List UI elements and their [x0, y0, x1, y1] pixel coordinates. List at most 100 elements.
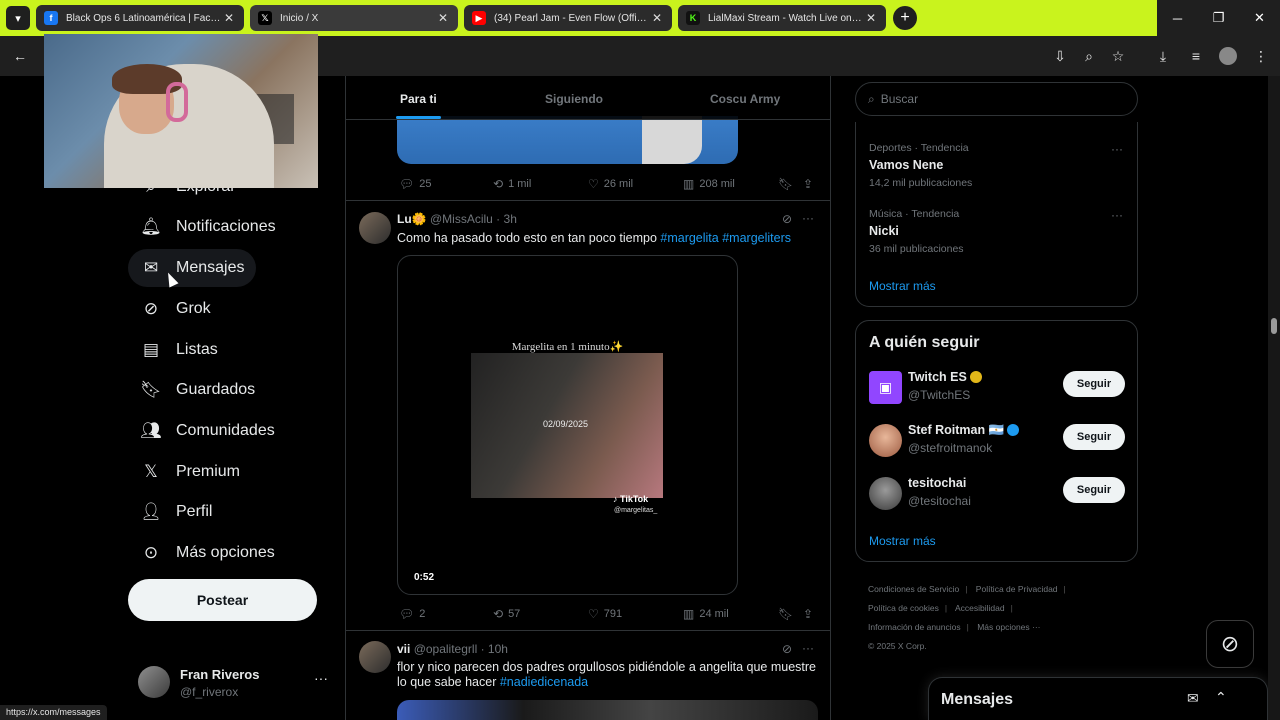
page-scrollbar[interactable] [1268, 76, 1280, 720]
profile-avatar-icon[interactable] [1216, 44, 1240, 68]
post-actions: 💬︎ 2 ⟲ 57 ♡ 791 ▥ 24 mil 🔖︎ ⇪ [397, 605, 817, 625]
footer-link[interactable]: Política de cookies [868, 603, 939, 613]
follow-button[interactable]: Seguir [1063, 477, 1125, 503]
nav-perfil[interactable]: 👤︎ Perfil [128, 493, 224, 531]
post-button[interactable]: Postear [128, 579, 317, 621]
like-button[interactable]: ♡ 26 mil [588, 177, 633, 191]
post-header: vii @opalitegrll · 10h [397, 642, 508, 656]
hashtags[interactable]: #margelita #margeliters [660, 231, 791, 245]
grok-icon[interactable]: ⊘ [782, 642, 792, 656]
avatar[interactable] [359, 212, 391, 244]
share-button[interactable]: ⇪ [803, 177, 818, 191]
more-options-icon[interactable]: ··· [1111, 142, 1123, 156]
restore-icon[interactable]: ❐ [1198, 0, 1239, 36]
search-input[interactable]: ⌕ Buscar [855, 82, 1138, 116]
tab-siguiendo[interactable]: Siguiendo [545, 92, 603, 106]
trend-item[interactable]: Deportes · Tendencia Vamos Nene 14,2 mil… [869, 142, 1129, 189]
nav-notificaciones[interactable]: 🔔︎ Notificaciones [128, 208, 288, 246]
show-more-trends-link[interactable]: Mostrar más [869, 279, 936, 293]
footer-link[interactable]: Condiciones de Servicio [868, 584, 959, 594]
suggestion-handle: @TwitchES [908, 388, 971, 402]
bookmark-button[interactable]: 🔖︎ [778, 177, 798, 191]
like-button[interactable]: ♡ 791 [588, 607, 622, 621]
scrollbar-thumb[interactable] [1271, 318, 1277, 334]
minimize-icon[interactable]: ─ [1157, 0, 1198, 36]
more-options-icon[interactable]: ··· [802, 641, 814, 655]
more-options-icon[interactable]: ··· [1111, 208, 1123, 222]
trend-item[interactable]: Música · Tendencia Nicki 36 mil publicac… [869, 208, 1129, 255]
video-player[interactable]: Margelita en 1 minuto✨ 02/09/2025 ♪ TikT… [397, 255, 738, 595]
nav-mas-opciones[interactable]: ⊙ Más opciones [128, 534, 287, 572]
grok-floating-button[interactable]: ⊘ [1206, 620, 1254, 668]
post-time[interactable]: 3h [504, 212, 517, 226]
browser-tab-x[interactable]: 𝕏 Inicio / X ✕ [250, 5, 458, 31]
download-icon[interactable]: ⤓ [1151, 44, 1175, 68]
media-control-icon[interactable]: ≡ [1184, 44, 1208, 68]
back-arrow-icon[interactable]: ← [8, 44, 32, 68]
nav-listas[interactable]: ▤ Listas [128, 331, 230, 369]
expand-chevron-icon[interactable]: ⌃ [1215, 689, 1227, 706]
author-name[interactable]: Lu [397, 212, 412, 226]
messages-drawer[interactable]: Mensajes ✉ ⌃ [928, 677, 1268, 720]
trend-name: Vamos Nene [869, 158, 944, 172]
new-message-icon[interactable]: ✉ [1187, 690, 1199, 707]
views-button[interactable]: ▥ 208 mil [683, 177, 735, 191]
nav-label: Comunidades [176, 422, 275, 439]
close-tab-icon[interactable]: ✕ [222, 11, 236, 25]
nav-mensajes[interactable]: ✉ Mensajes [128, 249, 257, 287]
trends-panel: Deportes · Tendencia Vamos Nene 14,2 mil… [855, 122, 1138, 307]
follow-button[interactable]: Seguir [1063, 371, 1125, 397]
avatar [138, 666, 170, 698]
tab-coscu-army[interactable]: Coscu Army [710, 92, 780, 106]
drawer-title: Mensajes [941, 691, 1014, 708]
follow-suggestion[interactable]: tesitochai @tesitochai Seguir [869, 475, 1127, 515]
more-options-icon[interactable]: ··· [802, 211, 814, 225]
reply-button[interactable]: 💬︎ 25 [399, 177, 431, 191]
footer-link[interactable]: Información de anuncios [868, 622, 961, 632]
close-tab-icon[interactable]: ✕ [650, 11, 664, 25]
avatar[interactable] [359, 641, 391, 673]
follow-suggestion[interactable]: ▣ Twitch ES @TwitchES Seguir [869, 369, 1127, 409]
browser-tab-kick[interactable]: K LialMaxi Stream - Watch Live on Kick ✕ [678, 5, 886, 31]
share-button[interactable]: ⇪ [803, 607, 818, 621]
bookmark-button[interactable]: 🔖︎ [778, 607, 798, 621]
nav-guardados[interactable]: 🔖︎ Guardados [128, 371, 267, 409]
browser-tab-facebook[interactable]: f Black Ops 6 Latinoamérica | Facebook ✕ [36, 5, 244, 31]
footer-link[interactable]: Política de Privacidad [976, 584, 1058, 594]
follow-suggestion[interactable]: Stef Roitman 🇦🇷 @stefroitmanok Seguir [869, 422, 1127, 462]
close-tab-icon[interactable]: ✕ [436, 11, 450, 25]
nav-grok[interactable]: ⊘ Grok [128, 290, 223, 328]
author-handle[interactable]: @opalitegrll [414, 642, 478, 656]
author-name[interactable]: vii [397, 642, 410, 656]
author-handle[interactable]: @MissAcilu [430, 212, 493, 226]
tab-para-ti[interactable]: Para ti [400, 92, 437, 106]
post-time[interactable]: 10h [488, 642, 508, 656]
grok-icon[interactable]: ⊘ [782, 212, 792, 226]
tab-search-chevron-icon[interactable]: ▾ [6, 6, 30, 30]
follow-button[interactable]: Seguir [1063, 424, 1125, 450]
account-switcher[interactable]: Fran Riveros @f_riverox ··· [138, 664, 338, 704]
kebab-menu-icon[interactable]: ⋮ [1249, 44, 1273, 68]
close-window-icon[interactable]: ✕ [1239, 0, 1280, 36]
more-options-icon[interactable]: ··· [314, 670, 328, 686]
repost-button[interactable]: ⟲ 57 [493, 607, 520, 621]
zoom-icon[interactable]: ⌕ [1077, 44, 1101, 68]
views-button[interactable]: ▥ 24 mil [683, 607, 729, 621]
new-tab-button[interactable]: + [893, 6, 917, 30]
star-icon[interactable]: ☆ [1106, 44, 1130, 68]
install-app-icon[interactable]: ⇩ [1048, 44, 1072, 68]
nav-premium[interactable]: 𝕏 Premium [128, 453, 252, 491]
post-media-image[interactable] [397, 700, 818, 720]
nav-comunidades[interactable]: 👥︎ Comunidades [128, 412, 287, 450]
post[interactable]: Lu🌼 @MissAcilu · 3h ⊘ ··· Como ha pasado… [346, 200, 830, 630]
who-to-follow-panel: A quién seguir ▣ Twitch ES @TwitchES Seg… [855, 320, 1138, 562]
reply-button[interactable]: 💬︎ 2 [399, 607, 425, 621]
close-tab-icon[interactable]: ✕ [864, 11, 878, 25]
browser-tab-youtube[interactable]: ▶ (34) Pearl Jam - Even Flow (Official V… [464, 5, 672, 31]
post-media-image[interactable] [397, 116, 738, 164]
show-more-follow-link[interactable]: Mostrar más [869, 534, 936, 548]
footer-link[interactable]: Más opciones ··· [977, 622, 1040, 632]
footer-link[interactable]: Accesibilidad [955, 603, 1005, 613]
hashtags[interactable]: #nadiedicenada [500, 675, 588, 689]
repost-button[interactable]: ⟲ 1 mil [493, 177, 531, 191]
